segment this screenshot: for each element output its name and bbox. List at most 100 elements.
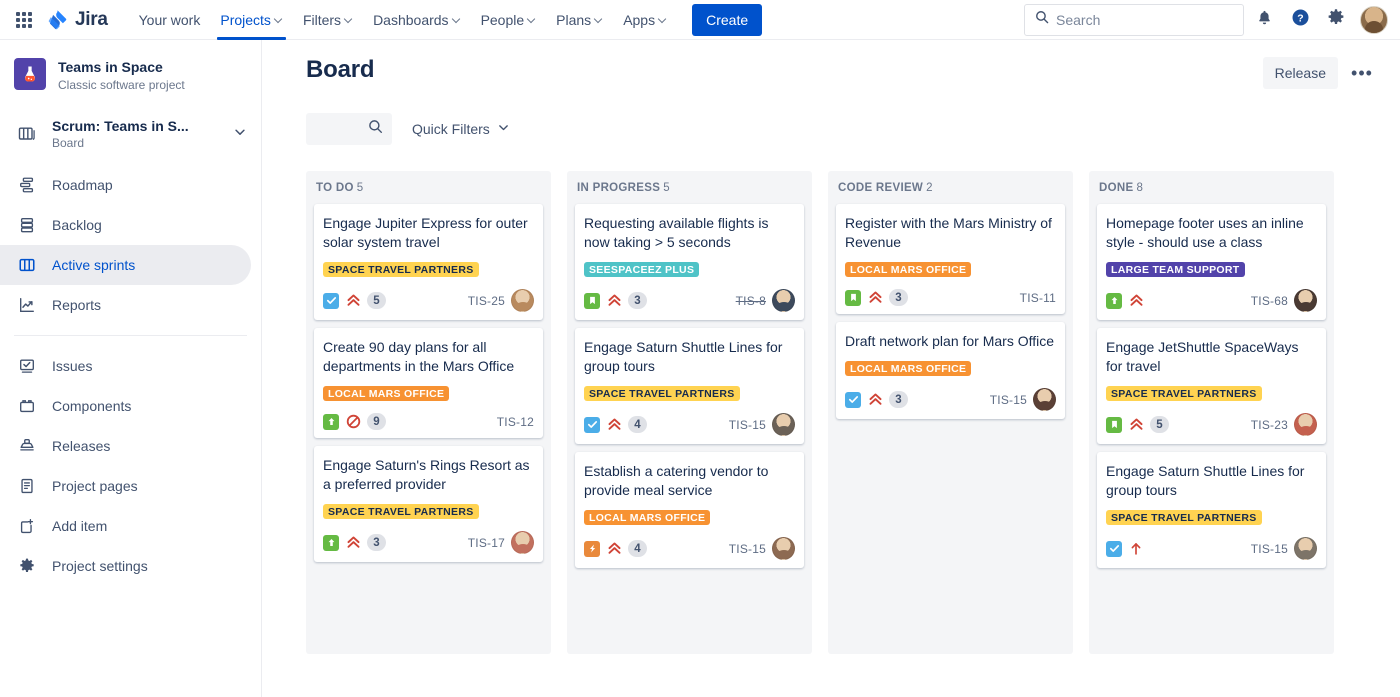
sidebar-item-active-sprints[interactable]: Active sprints <box>0 245 251 285</box>
issue-card-footer: TIS-68 <box>1106 289 1317 312</box>
issue-key[interactable]: TIS-25 <box>468 294 505 308</box>
search-input[interactable] <box>1056 11 1233 28</box>
jira-home-link[interactable]: Jira <box>46 8 108 32</box>
epic-label[interactable]: LOCAL MARS OFFICE <box>584 510 711 525</box>
issue-card[interactable]: Engage Saturn Shuttle Lines for group to… <box>575 328 804 444</box>
assignee-avatar[interactable] <box>511 289 534 312</box>
sidebar-item-label: Backlog <box>52 217 102 233</box>
priority-highest-icon <box>1128 293 1144 309</box>
priority-highest-icon <box>867 290 883 306</box>
issue-key[interactable]: TIS-12 <box>497 415 534 429</box>
issue-key[interactable]: TIS-68 <box>1251 294 1288 308</box>
more-options-button[interactable]: ••• <box>1348 57 1376 89</box>
nav-item-filters[interactable]: Filters <box>294 4 362 36</box>
issue-key[interactable]: TIS-11 <box>1020 291 1056 305</box>
assignee-avatar[interactable] <box>772 537 795 560</box>
board-search-input[interactable] <box>306 113 392 145</box>
issue-key[interactable]: TIS-15 <box>1251 542 1288 556</box>
epic-label[interactable]: SEESPACEEZ PLUS <box>584 262 700 277</box>
nav-item-plans[interactable]: Plans <box>547 4 612 36</box>
issue-key[interactable]: TIS-8 <box>736 294 766 308</box>
nav-item-projects[interactable]: Projects <box>211 4 292 40</box>
priority-high-icon <box>1128 541 1144 557</box>
chevron-down-icon[interactable] <box>233 125 251 144</box>
epic-label[interactable]: LOCAL MARS OFFICE <box>323 386 450 401</box>
epic-label[interactable]: SPACE TRAVEL PARTNERS <box>584 386 740 401</box>
story-points-badge: 4 <box>628 416 647 433</box>
assignee-avatar[interactable] <box>1294 289 1317 312</box>
help-button[interactable]: ? <box>1284 4 1316 36</box>
epic-label[interactable]: SPACE TRAVEL PARTNERS <box>1106 510 1262 525</box>
app-switcher-button[interactable] <box>8 4 40 36</box>
issue-card[interactable]: Engage Saturn's Rings Resort as a prefer… <box>314 446 543 562</box>
board-selector[interactable]: Scrum: Teams in S... Board <box>0 111 261 157</box>
sidebar-item-add-item[interactable]: Add item <box>0 506 251 546</box>
global-search[interactable] <box>1024 3 1244 36</box>
nav-item-your-work[interactable]: Your work <box>130 4 210 36</box>
sidebar-item-components[interactable]: Components <box>0 386 251 426</box>
components-icon <box>14 397 40 415</box>
epic-label[interactable]: LARGE TEAM SUPPORT <box>1106 262 1245 277</box>
issue-type-improvement-icon <box>584 540 600 557</box>
issue-key[interactable]: TIS-15 <box>729 418 766 432</box>
quick-filters-dropdown[interactable]: Quick Filters <box>406 113 516 145</box>
reports-icon <box>14 296 40 314</box>
issue-card-footer: 3 TIS-11 <box>845 289 1056 306</box>
issue-card[interactable]: Engage Saturn Shuttle Lines for group to… <box>1097 452 1326 568</box>
board-filter-row: Quick Filters <box>306 113 1376 145</box>
sidebar-item-releases[interactable]: Releases <box>0 426 251 466</box>
issue-card[interactable]: Create 90 day plans for all departments … <box>314 328 543 438</box>
issue-card[interactable]: Homepage footer uses an inline style - s… <box>1097 204 1326 320</box>
epic-label[interactable]: LOCAL MARS OFFICE <box>845 361 972 376</box>
epic-label[interactable]: LOCAL MARS OFFICE <box>845 262 972 277</box>
priority-highest-icon <box>345 535 361 551</box>
issue-card-footer: 5 TIS-23 <box>1106 413 1317 436</box>
settings-button[interactable] <box>1320 4 1352 36</box>
user-avatar[interactable] <box>1360 5 1388 34</box>
issue-type-task-icon <box>584 416 600 433</box>
notifications-button[interactable] <box>1248 4 1280 36</box>
column-header: DONE 8 <box>1089 171 1334 204</box>
priority-highest-icon <box>606 293 622 309</box>
assignee-avatar[interactable] <box>511 531 534 554</box>
release-button[interactable]: Release <box>1262 57 1338 89</box>
issue-card-footer: 3 TIS-8 <box>584 289 795 312</box>
nav-item-people[interactable]: People <box>472 4 546 36</box>
sidebar-item-backlog[interactable]: Backlog <box>0 205 251 245</box>
nav-item-dashboards[interactable]: Dashboards <box>364 4 470 36</box>
project-header[interactable]: Teams in Space Classic software project <box>0 52 261 93</box>
issue-card-footer-right: TIS-15 <box>729 537 795 560</box>
sidebar-item-reports[interactable]: Reports <box>0 285 251 325</box>
sidebar-item-label: Project pages <box>52 478 138 494</box>
sidebar-item-project-settings[interactable]: Project settings <box>0 546 251 586</box>
epic-label[interactable]: SPACE TRAVEL PARTNERS <box>323 504 479 519</box>
issue-key[interactable]: TIS-17 <box>468 536 505 550</box>
issue-card[interactable]: Draft network plan for Mars Office LOCAL … <box>836 322 1065 419</box>
sidebar-item-roadmap[interactable]: Roadmap <box>0 165 251 205</box>
column-card-count: 8 <box>1136 182 1143 194</box>
issue-card[interactable]: Requesting available flights is now taki… <box>575 204 804 320</box>
assignee-avatar[interactable] <box>772 413 795 436</box>
assignee-avatar[interactable] <box>1033 388 1056 411</box>
quick-filters-label: Quick Filters <box>412 121 490 137</box>
epic-label[interactable]: SPACE TRAVEL PARTNERS <box>1106 386 1262 401</box>
column-header: IN PROGRESS 5 <box>567 171 812 204</box>
nav-item-apps[interactable]: Apps <box>614 4 676 36</box>
sidebar-item-issues[interactable]: Issues <box>0 346 251 386</box>
issue-card[interactable]: Engage JetShuttle SpaceWays for travel SP… <box>1097 328 1326 444</box>
issue-card[interactable]: Engage Jupiter Express for outer solar s… <box>314 204 543 320</box>
sidebar-divider <box>14 335 247 336</box>
create-button[interactable]: Create <box>692 3 763 36</box>
assignee-avatar[interactable] <box>1294 537 1317 560</box>
nav-item-label: Projects <box>220 11 271 28</box>
assignee-avatar[interactable] <box>772 289 795 312</box>
epic-label[interactable]: SPACE TRAVEL PARTNERS <box>323 262 479 277</box>
issue-card[interactable]: Register with the Mars Ministry of Reven… <box>836 204 1065 314</box>
issue-key[interactable]: TIS-23 <box>1251 418 1288 432</box>
assignee-avatar[interactable] <box>1294 413 1317 436</box>
issue-key[interactable]: TIS-15 <box>990 393 1027 407</box>
issue-card[interactable]: Establish a catering vendor to provide m… <box>575 452 804 568</box>
sidebar-item-project-pages[interactable]: Project pages <box>0 466 251 506</box>
column-name: DONE <box>1099 182 1134 194</box>
issue-key[interactable]: TIS-15 <box>729 542 766 556</box>
